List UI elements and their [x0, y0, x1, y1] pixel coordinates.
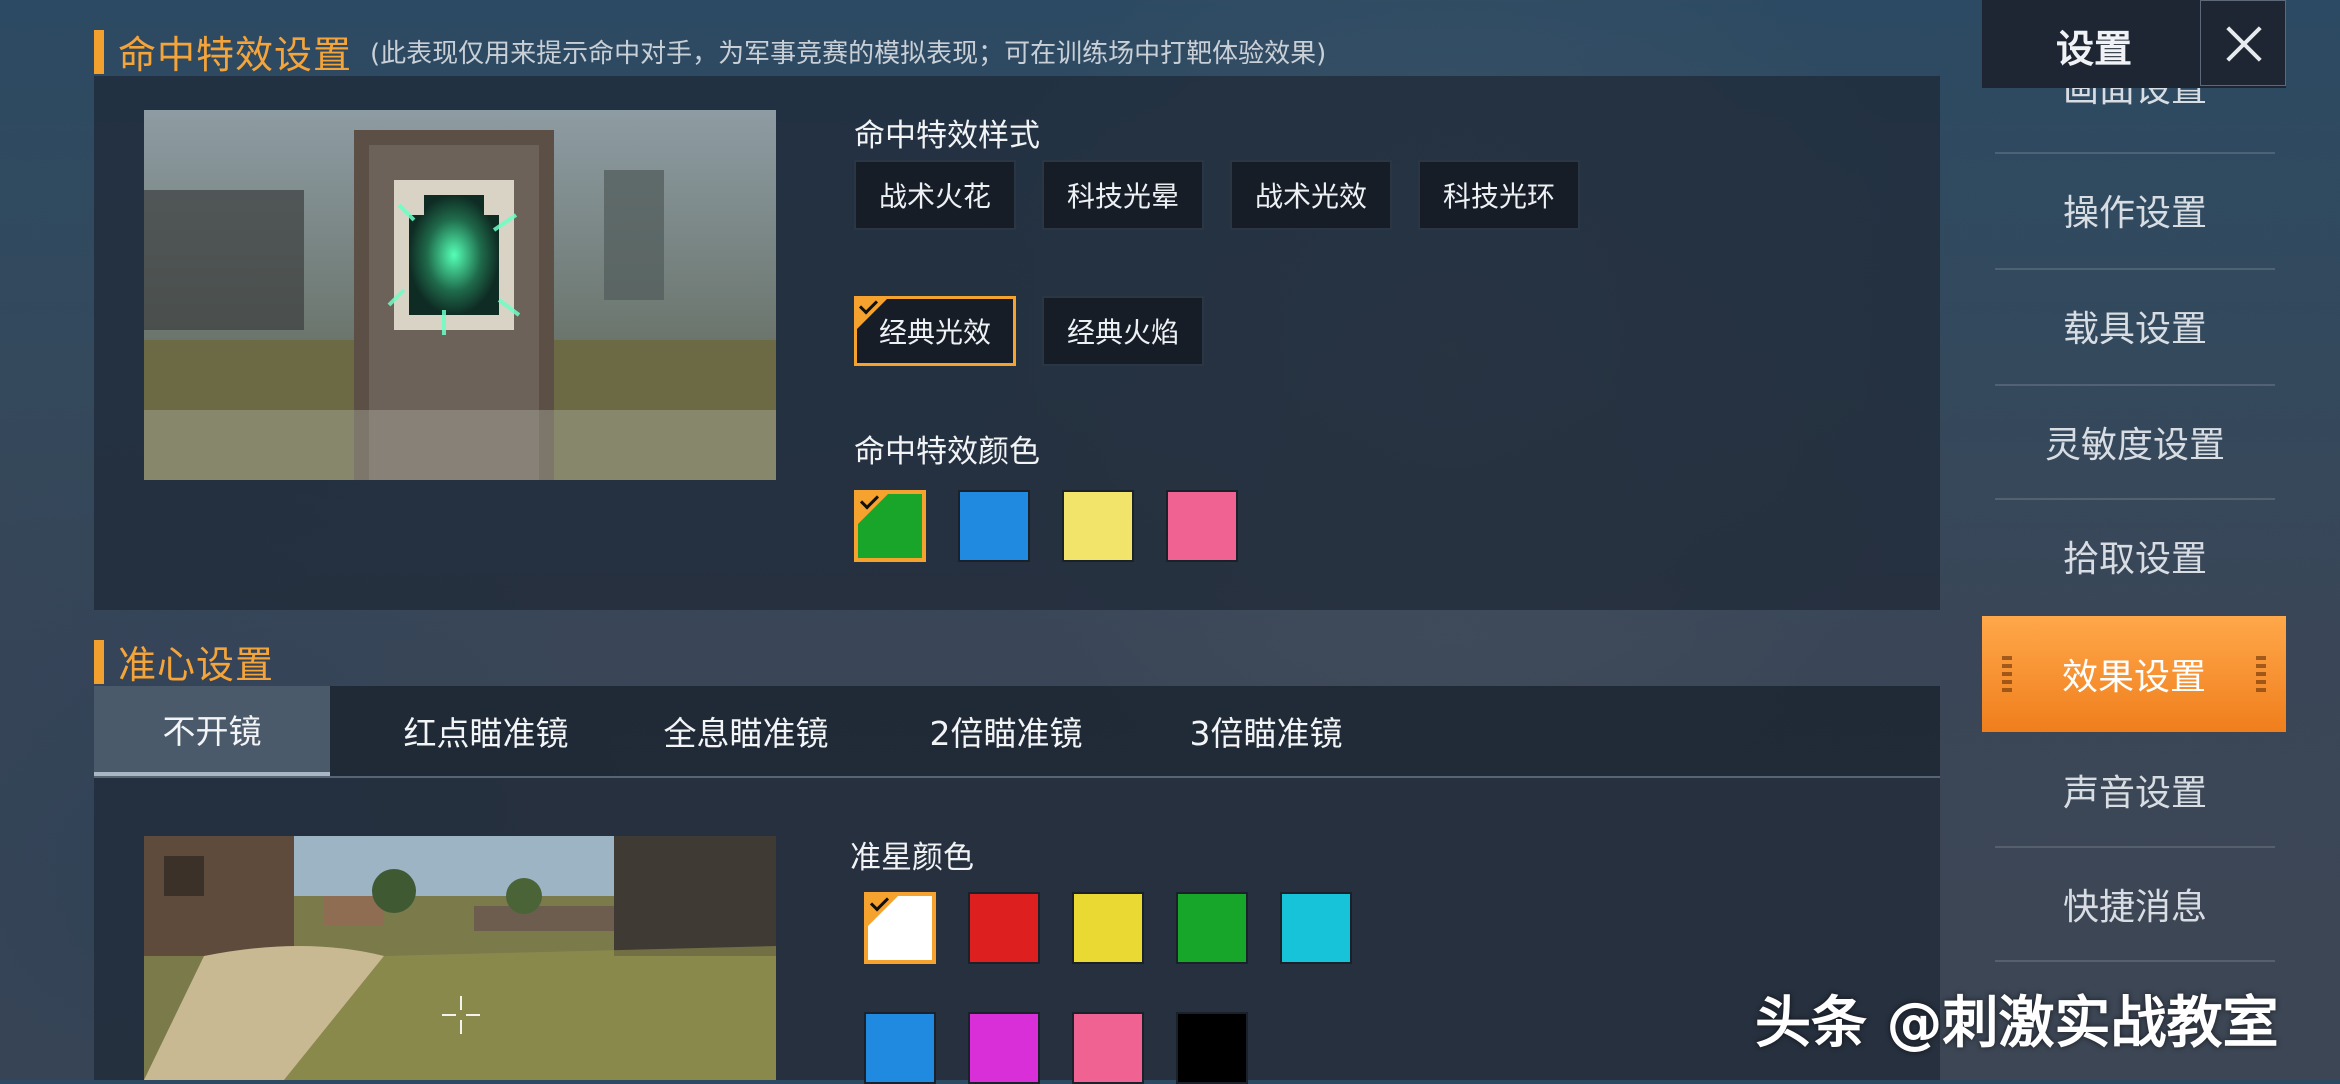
- tab-holographic[interactable]: 全息瞄准镜: [624, 686, 868, 776]
- tab-label: 3倍瞄准镜: [1189, 714, 1343, 753]
- style-option-classic-flame[interactable]: 经典火焰: [1042, 296, 1204, 366]
- crosshair-color-cyan[interactable]: [1280, 892, 1352, 964]
- tab-label: 2倍瞄准镜: [929, 714, 1083, 753]
- tab-label: 全息瞄准镜: [663, 714, 829, 753]
- sidebar-item-label: 拾取设置: [2062, 539, 2207, 580]
- sidebar-item-label: 载具设置: [2062, 309, 2207, 350]
- style-option-classic-light[interactable]: 经典光效: [854, 296, 1016, 366]
- tab-3x-scope[interactable]: 3倍瞄准镜: [1144, 686, 1388, 776]
- crosshair-color-green[interactable]: [1176, 892, 1248, 964]
- hit-color-swatch-blue[interactable]: [958, 490, 1030, 562]
- crosshair-color-white[interactable]: [864, 892, 936, 964]
- style-option-tactical-spark[interactable]: 战术火花: [854, 160, 1016, 230]
- style-option-label: 战术火花: [878, 180, 991, 213]
- tab-label: 红点瞄准镜: [403, 714, 569, 753]
- hit-color-swatch-pink[interactable]: [1166, 490, 1238, 562]
- sidebar-divider: [1995, 960, 2275, 962]
- scope-tabs: 不开镜 红点瞄准镜 全息瞄准镜 2倍瞄准镜 3倍瞄准镜: [94, 686, 1940, 778]
- sidebar-item-label: 快捷消息: [2062, 887, 2207, 928]
- sidebar-item-label: 声音设置: [2062, 773, 2207, 814]
- crosshair-preview: [144, 836, 776, 1080]
- crosshair-color-blue[interactable]: [864, 1012, 936, 1084]
- crosshair-color-label: 准星颜色: [850, 840, 974, 876]
- sidebar-item-controls[interactable]: 操作设置: [1995, 154, 2275, 266]
- hit-style-label: 命中特效样式: [854, 118, 1040, 154]
- hit-color-label: 命中特效颜色: [854, 434, 1040, 470]
- crosshair-color-magenta[interactable]: [968, 1012, 1040, 1084]
- tab-label: 不开镜: [162, 712, 262, 751]
- tab-2x-scope[interactable]: 2倍瞄准镜: [884, 686, 1128, 776]
- crosshair-title: 准心设置: [118, 643, 275, 687]
- hit-effect-title: 命中特效设置: [118, 33, 353, 77]
- sidebar-item-sensitivity[interactable]: 灵敏度设置: [1995, 386, 2275, 498]
- sidebar-item-effects[interactable]: 效果设置: [1982, 616, 2286, 732]
- watermark: 头条 @刺激实战教室: [1755, 991, 2279, 1056]
- sidebar-item-label: 效果设置: [2061, 657, 2206, 698]
- crosshair-color-black[interactable]: [1176, 1012, 1248, 1084]
- crosshair-header: 准心设置: [94, 634, 274, 689]
- hit-effect-header: 命中特效设置 (此表现仅用来提示命中对手，为军事竞赛的模拟表现；可在训练场中打靶…: [94, 24, 1326, 79]
- crosshair-color-red[interactable]: [968, 892, 1040, 964]
- sidebar-item-pickup[interactable]: 拾取设置: [1995, 500, 2275, 612]
- crosshair-color-pink[interactable]: [1072, 1012, 1144, 1084]
- tab-red-dot[interactable]: 红点瞄准镜: [364, 686, 608, 776]
- sidebar-item-label: 操作设置: [2062, 193, 2207, 234]
- sidebar-item-label: 灵敏度设置: [2044, 425, 2225, 466]
- style-option-tech-halo[interactable]: 科技光晕: [1042, 160, 1204, 230]
- style-option-tactical-light[interactable]: 战术光效: [1230, 160, 1392, 230]
- sidebar-item-quick-messages[interactable]: 快捷消息: [1995, 848, 2275, 960]
- style-option-label: 经典光效: [878, 316, 991, 349]
- grip-icon: [2002, 656, 2012, 692]
- sidebar-item-sound[interactable]: 声音设置: [1995, 734, 2275, 846]
- close-icon[interactable]: [2200, 0, 2286, 86]
- style-option-label: 科技光晕: [1066, 180, 1179, 213]
- hit-effect-preview: [144, 110, 776, 480]
- section-accent-bar: [94, 639, 104, 684]
- crosshair-color-yellow[interactable]: [1072, 892, 1144, 964]
- style-option-label: 科技光环: [1442, 180, 1555, 213]
- selected-check-icon: [855, 491, 891, 527]
- settings-title: 设置: [2056, 27, 2133, 71]
- section-accent-bar: [94, 29, 104, 74]
- grip-icon: [2256, 656, 2266, 692]
- hit-color-swatch-green[interactable]: [854, 490, 926, 562]
- style-option-label: 战术光效: [1254, 180, 1367, 213]
- hit-effect-note: (此表现仅用来提示命中对手，为军事竞赛的模拟表现；可在训练场中打靶体验效果): [370, 39, 1327, 69]
- style-option-label: 经典火焰: [1066, 316, 1179, 349]
- selected-check-icon: [865, 893, 901, 929]
- style-option-tech-ring[interactable]: 科技光环: [1418, 160, 1580, 230]
- hit-color-swatch-yellow[interactable]: [1062, 490, 1134, 562]
- selected-check-icon: [854, 296, 890, 332]
- sidebar-item-vehicle[interactable]: 载具设置: [1995, 270, 2275, 382]
- tab-no-scope[interactable]: 不开镜: [94, 686, 330, 776]
